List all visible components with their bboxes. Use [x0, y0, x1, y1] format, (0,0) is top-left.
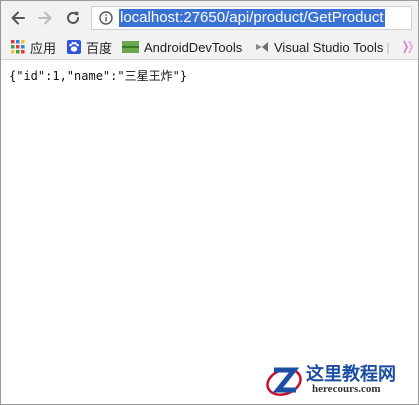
arrow-right-icon	[38, 11, 52, 25]
reload-button[interactable]	[62, 7, 84, 29]
watermark-subtitle: herecours.com	[312, 383, 381, 395]
back-button[interactable]	[7, 7, 29, 29]
site-watermark: 这里教程网 herecours.com	[264, 360, 414, 400]
bookmark-label: Visual Studio Tools	[274, 39, 384, 55]
bookmark-overflow-separator: |	[386, 39, 390, 55]
android-dev-tools-icon	[122, 41, 139, 53]
browser-window: localhost:27650/api/product/GetProduct 应…	[0, 0, 419, 405]
bookmark-label: AndroidDevTools	[144, 39, 243, 55]
visual-studio-icon	[256, 42, 268, 52]
browser-toolbar: localhost:27650/api/product/GetProduct	[1, 1, 418, 35]
baidu-paw-icon	[67, 40, 81, 54]
json-response-text: {"id":1,"name":"三星王炸"}	[9, 69, 188, 83]
bookmark-apps[interactable]: 应用	[11, 35, 56, 59]
arrow-left-icon	[11, 11, 25, 25]
url-text[interactable]: localhost:27650/api/product/GetProduct	[119, 9, 385, 27]
bookmarks-bar: 应用 百度 AndroidDevTools Visual Studio Tool…	[1, 35, 418, 60]
reload-icon	[67, 11, 79, 24]
forward-button[interactable]	[34, 7, 56, 29]
address-bar[interactable]: localhost:27650/api/product/GetProduct	[91, 6, 412, 30]
herecours-logo-icon	[266, 367, 302, 396]
bookmark-visual-studio-tools[interactable]: Visual Studio Tools |	[255, 35, 390, 59]
bookmark-overflow-icon[interactable]	[401, 39, 415, 55]
bookmark-androiddevtools[interactable]: AndroidDevTools	[122, 35, 242, 59]
bookmark-label: 应用	[30, 40, 57, 56]
bookmark-baidu[interactable]: 百度	[67, 35, 112, 59]
bookmark-label: 百度	[86, 40, 113, 56]
info-icon[interactable]	[99, 11, 113, 25]
apps-grid-icon	[11, 40, 25, 54]
